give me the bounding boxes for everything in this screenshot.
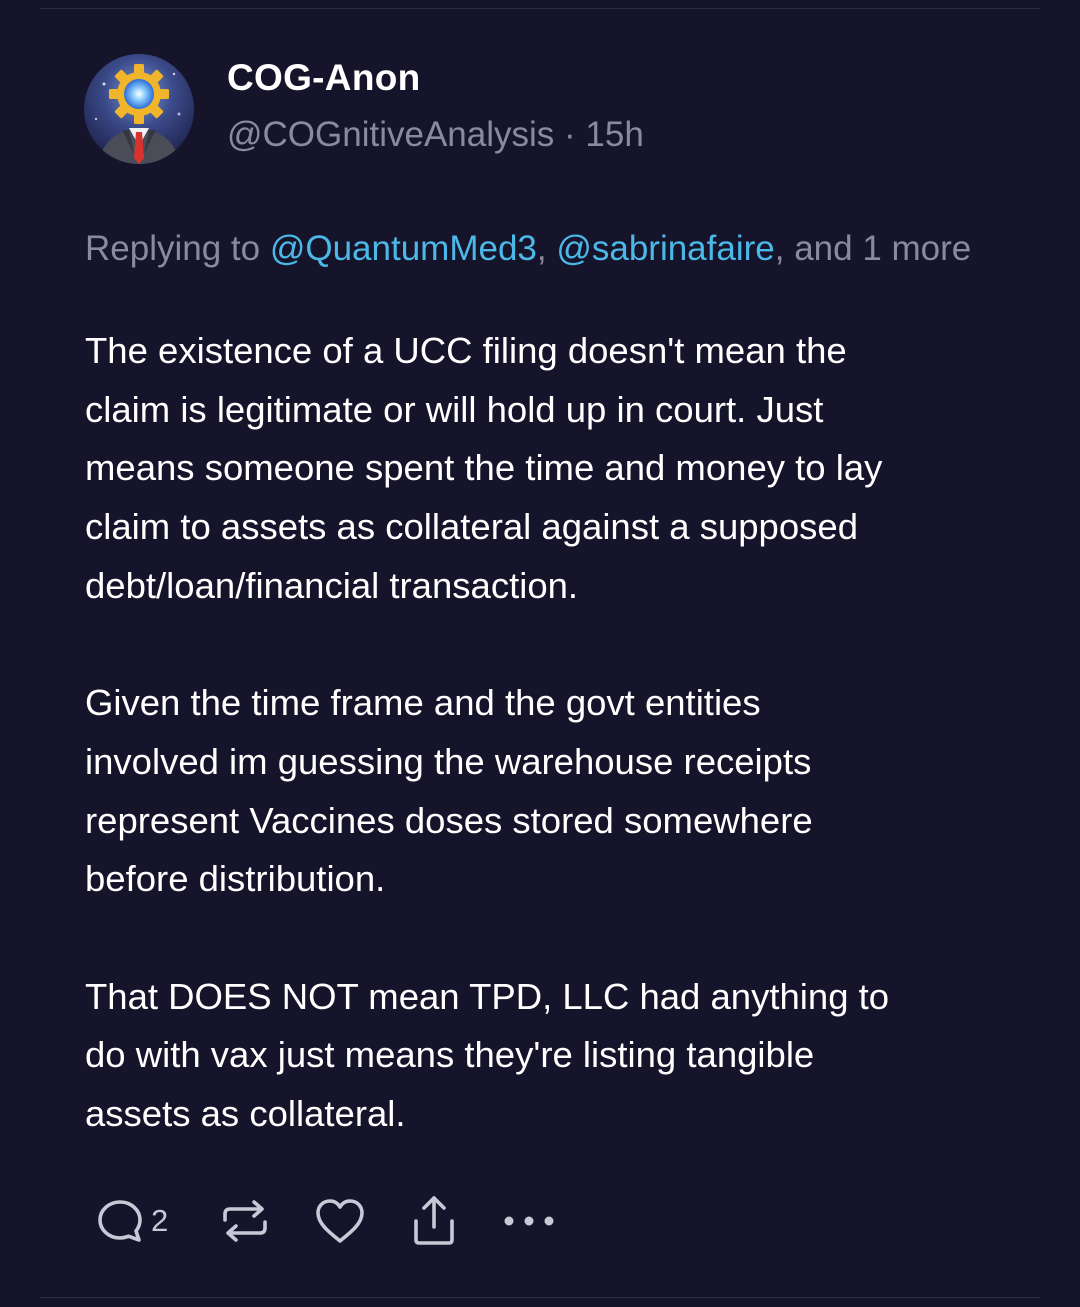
bottom-divider <box>40 1297 1040 1298</box>
meta-separator: · <box>554 115 586 154</box>
post-body: The existence of a UCC filing doesn't me… <box>85 322 1020 1144</box>
like-button[interactable] <box>313 1192 367 1250</box>
reply-context: Replying to @QuantumMed3, @sabrinafaire,… <box>85 222 985 275</box>
mention-link[interactable]: @QuantumMed3 <box>270 229 537 268</box>
share-button[interactable] <box>411 1192 457 1250</box>
reply-count: 2 <box>151 1203 169 1238</box>
avatar[interactable] <box>84 54 194 164</box>
post-timestamp[interactable]: 15h <box>585 115 643 154</box>
author-handle[interactable]: @COGnitiveAnalysis <box>227 115 554 154</box>
repost-button[interactable] <box>219 1192 271 1250</box>
author-display-name[interactable]: COG-Anon <box>227 57 421 99</box>
author-meta: @COGnitiveAnalysis · 15h <box>227 115 644 155</box>
reply-comma: , <box>536 229 557 268</box>
top-divider <box>40 8 1040 9</box>
reply-button[interactable]: 2 <box>95 1192 168 1250</box>
reply-prefix: Replying to <box>85 229 270 268</box>
mention-link[interactable]: @sabrinafaire <box>556 229 774 268</box>
post-paragraph: Given the time frame and the govt entiti… <box>85 682 813 900</box>
repost-arrows-icon <box>223 1200 267 1242</box>
heart-icon <box>316 1199 364 1243</box>
ellipsis-icon <box>504 1216 554 1226</box>
avatar-image <box>84 54 194 164</box>
reply-suffix: , and 1 more <box>774 229 972 268</box>
share-upload-icon <box>414 1196 454 1245</box>
more-options-button[interactable] <box>501 1192 557 1250</box>
post-paragraph: That DOES NOT mean TPD, LLC had anything… <box>85 975 890 1135</box>
comment-bubble-icon <box>98 1200 142 1242</box>
post-paragraph: The existence of a UCC filing doesn't me… <box>85 330 883 606</box>
